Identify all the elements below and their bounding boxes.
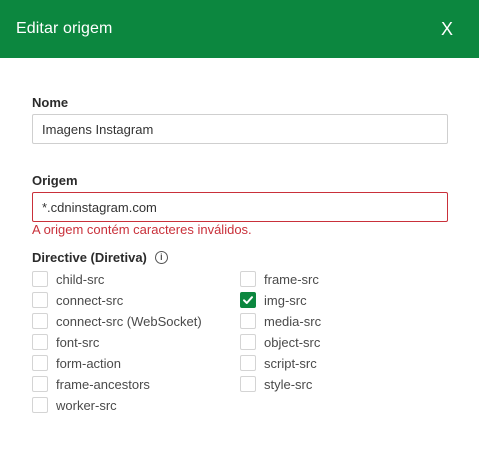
checkbox-connect-src-websocket[interactable]: connect-src (WebSocket) <box>32 313 202 329</box>
origin-error-message: A origem contém caracteres inválidos. <box>32 222 252 237</box>
checkbox-script-src[interactable]: script-src <box>240 355 317 371</box>
dialog-title: Editar origem <box>16 20 113 37</box>
directive-label: Directive (Diretiva) <box>32 250 147 265</box>
checkbox-box[interactable] <box>32 313 48 329</box>
checkbox-label: form-action <box>56 355 122 371</box>
checkbox-frame-src[interactable]: frame-src <box>240 271 319 287</box>
check-icon <box>243 296 253 304</box>
checkbox-font-src[interactable]: font-src <box>32 334 99 350</box>
checkbox-box[interactable] <box>32 397 48 413</box>
close-icon[interactable]: X <box>437 19 457 39</box>
checkbox-form-action[interactable]: form-action <box>32 355 121 371</box>
checkbox-worker-src[interactable]: worker-src <box>32 397 117 413</box>
checkbox-style-src[interactable]: style-src <box>240 376 312 392</box>
name-label: Nome <box>32 95 69 110</box>
checkbox-frame-ancestors[interactable]: frame-ancestors <box>32 376 150 392</box>
checkbox-box[interactable] <box>240 376 256 392</box>
directive-label-group: Directive (Diretiva) i <box>32 250 168 265</box>
name-input[interactable] <box>32 114 448 144</box>
checkbox-label: child-src <box>56 271 105 287</box>
checkbox-box[interactable] <box>32 271 48 287</box>
dialog-header: Editar origem X <box>0 0 479 58</box>
checkbox-box[interactable] <box>240 271 256 287</box>
checkbox-label: font-src <box>56 334 100 350</box>
checkbox-box[interactable] <box>240 334 256 350</box>
checkbox-box[interactable] <box>32 292 48 308</box>
checkbox-connect-src[interactable]: connect-src <box>32 292 123 308</box>
checkbox-box[interactable] <box>32 355 48 371</box>
checkbox-label: style-src <box>264 376 313 392</box>
checkbox-box[interactable] <box>240 313 256 329</box>
checkbox-media-src[interactable]: media-src <box>240 313 321 329</box>
checkbox-box[interactable] <box>240 355 256 371</box>
checkbox-img-src[interactable]: img-src <box>240 292 307 308</box>
info-icon[interactable]: i <box>154 251 168 264</box>
checkbox-label: connect-src <box>56 292 124 308</box>
checkbox-label: connect-src (WebSocket) <box>56 313 202 329</box>
checkbox-label: img-src <box>264 292 307 308</box>
checkbox-box[interactable] <box>32 334 48 350</box>
checkbox-box[interactable] <box>240 292 256 308</box>
checkbox-child-src[interactable]: child-src <box>32 271 104 287</box>
checkbox-object-src[interactable]: object-src <box>240 334 320 350</box>
checkbox-label: object-src <box>264 334 321 350</box>
checkbox-label: frame-src <box>264 271 319 287</box>
checkbox-label: worker-src <box>56 397 117 413</box>
edit-origin-dialog: Editar origem X Nome Origem A origem con… <box>0 0 479 455</box>
checkbox-box[interactable] <box>32 376 48 392</box>
checkbox-label: media-src <box>264 313 322 329</box>
origin-input[interactable] <box>32 192 448 222</box>
checkbox-label: script-src <box>264 355 317 371</box>
origin-label: Origem <box>32 173 78 188</box>
checkbox-label: frame-ancestors <box>56 376 150 392</box>
